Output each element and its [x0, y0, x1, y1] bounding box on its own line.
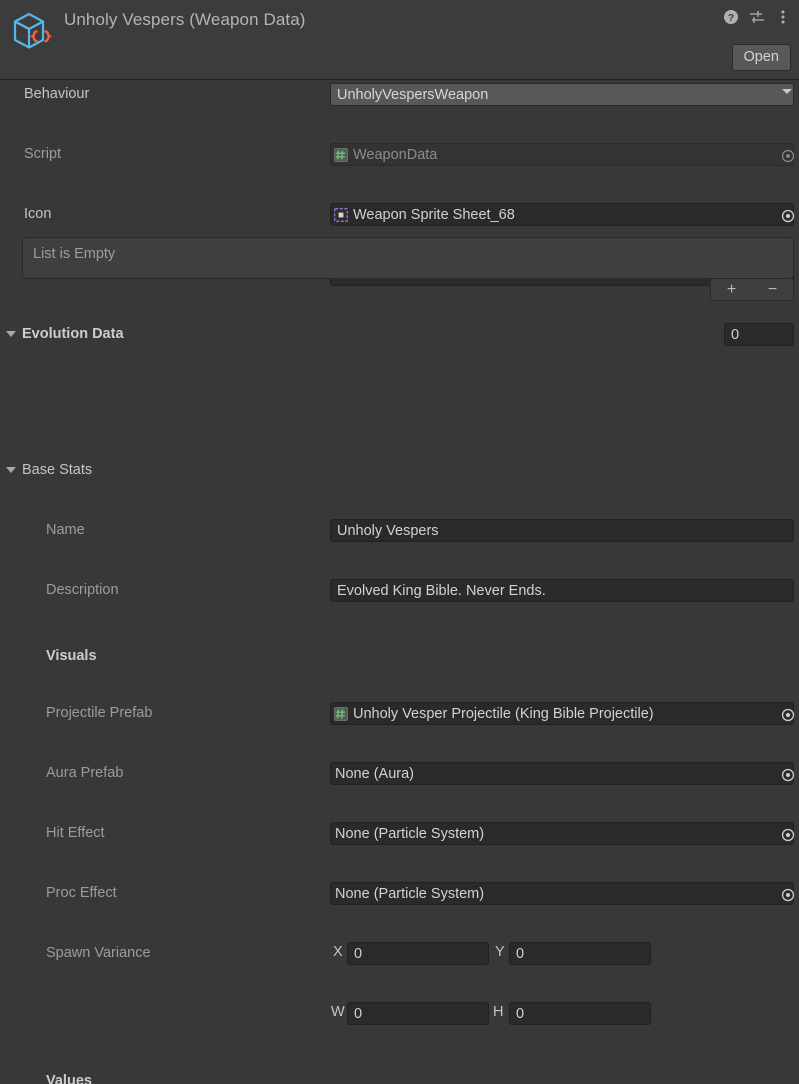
- remove-item-button[interactable]: −: [768, 282, 777, 298]
- page-title: Unholy Vespers (Weapon Data): [64, 10, 306, 30]
- hit-effect-object-picker-icon[interactable]: [780, 827, 797, 844]
- projectile-prefab-object-picker-icon[interactable]: [780, 707, 797, 724]
- projectile-prefab-object-field[interactable]: Unholy Vesper Projectile (King Bible Pro…: [330, 702, 794, 725]
- field-label-description: Description: [46, 582, 119, 598]
- header-icon-group: ?: [723, 9, 791, 25]
- list-empty-label: List is Empty: [23, 238, 793, 280]
- chevron-down-icon[interactable]: [6, 467, 16, 473]
- scriptable-object-icon: [8, 8, 54, 54]
- open-button[interactable]: Open: [732, 44, 791, 71]
- property-row-icon: Icon Weapon Sprite Sheet_68: [0, 200, 799, 230]
- icon-object-field[interactable]: Weapon Sprite Sheet_68: [330, 203, 794, 226]
- script-object-field: WeaponData: [330, 143, 794, 166]
- rect-label-h: H: [493, 1004, 503, 1020]
- property-row-hit-effect: Hit Effect None (Particle System): [0, 819, 799, 849]
- preset-icon[interactable]: [749, 9, 765, 25]
- property-row-name: Name Unholy Vespers: [0, 516, 799, 546]
- sprite-icon: [334, 208, 349, 223]
- name-input[interactable]: Unholy Vespers: [330, 519, 794, 542]
- section-header-values: Values: [0, 1067, 799, 1084]
- cs-script-icon: [334, 148, 349, 163]
- help-icon[interactable]: ?: [723, 9, 739, 25]
- evolution-data-list: List is Empty: [22, 237, 794, 279]
- svg-text:?: ?: [728, 12, 734, 24]
- property-row-proc-effect: Proc Effect None (Particle System): [0, 879, 799, 909]
- rect-label-w: W: [331, 1004, 345, 1020]
- aura-prefab-object-field[interactable]: None (Aura): [330, 762, 794, 785]
- prefab-script-icon: [334, 707, 349, 722]
- property-row-description: Description Evolved King Bible. Never En…: [0, 576, 799, 606]
- add-item-button[interactable]: +: [727, 282, 736, 298]
- property-row-script: Script WeaponData: [0, 140, 799, 170]
- inspector-body: Behaviour UnholyVespersWeapon Script Wea…: [0, 80, 799, 1083]
- field-label-behaviour: Behaviour: [24, 86, 89, 102]
- evolution-data-size-input[interactable]: 0: [724, 323, 794, 346]
- section-label-visuals: Visuals: [46, 648, 97, 664]
- spawn-variance-w-input[interactable]: 0: [347, 1002, 489, 1025]
- spawn-variance-h-input[interactable]: 0: [509, 1002, 651, 1025]
- property-row-spawn-variance: Spawn Variance X 0 Y 0: [0, 939, 799, 969]
- field-label-hit-effect: Hit Effect: [46, 825, 105, 841]
- list-footer-toolbar: + −: [710, 279, 794, 301]
- aura-prefab-object-picker-icon[interactable]: [780, 767, 797, 784]
- field-label-name: Name: [46, 522, 85, 538]
- field-label-projectile-prefab: Projectile Prefab: [46, 705, 152, 721]
- rect-label-y: Y: [495, 944, 505, 960]
- section-label-values: Values: [46, 1073, 92, 1084]
- inspector-header: Unholy Vespers (Weapon Data) ?: [0, 0, 799, 80]
- field-label-script: Script: [24, 146, 61, 162]
- spawn-variance-y-input[interactable]: 0: [509, 942, 651, 965]
- spawn-variance-x-input[interactable]: 0: [347, 942, 489, 965]
- behaviour-dropdown[interactable]: UnholyVespersWeapon: [330, 83, 794, 106]
- hit-effect-object-field[interactable]: None (Particle System): [330, 822, 794, 845]
- property-row-spawn-variance-wh: W 0 H 0: [0, 999, 799, 1029]
- field-label-aura-prefab: Aura Prefab: [46, 765, 123, 781]
- kebab-menu-icon[interactable]: [775, 9, 791, 25]
- chevron-down-icon[interactable]: [6, 331, 16, 337]
- property-row-behaviour: Behaviour UnholyVespersWeapon: [0, 80, 799, 110]
- foldout-label-base-stats: Base Stats: [22, 462, 92, 478]
- section-header-visuals: Visuals: [0, 642, 799, 672]
- script-object-picker-icon: [780, 148, 797, 165]
- foldout-evolution-data[interactable]: Evolution Data 0: [0, 320, 799, 350]
- foldout-base-stats[interactable]: Base Stats: [0, 456, 799, 486]
- rect-label-x: X: [333, 944, 343, 960]
- proc-effect-object-field[interactable]: None (Particle System): [330, 882, 794, 905]
- chevron-down-icon: [782, 89, 792, 94]
- description-input[interactable]: Evolved King Bible. Never Ends.: [330, 579, 794, 602]
- property-row-aura-prefab: Aura Prefab None (Aura): [0, 759, 799, 789]
- field-label-proc-effect: Proc Effect: [46, 885, 117, 901]
- icon-object-picker-icon[interactable]: [780, 208, 797, 225]
- field-label-spawn-variance: Spawn Variance: [46, 945, 151, 961]
- field-label-icon: Icon: [24, 206, 51, 222]
- foldout-label-evolution-data: Evolution Data: [22, 326, 124, 342]
- property-row-projectile-prefab: Projectile Prefab Unholy Vesper Projecti…: [0, 699, 799, 729]
- proc-effect-object-picker-icon[interactable]: [780, 887, 797, 904]
